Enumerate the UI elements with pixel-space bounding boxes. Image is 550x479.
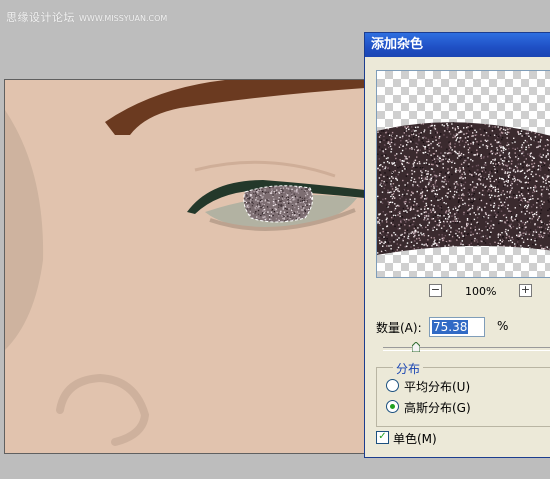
monochrome-label: 单色(M) xyxy=(393,432,437,446)
cheek-shadow xyxy=(5,110,44,350)
watermark-url: WWW.MISSYUAN.COM xyxy=(79,14,168,23)
distribution-title: 分布 xyxy=(393,360,424,377)
slider-track xyxy=(383,347,550,351)
amount-slider[interactable] xyxy=(383,342,550,359)
nose-shading xyxy=(56,373,150,446)
zoom-out-button[interactable]: − xyxy=(429,284,442,297)
watermark-site: 思缘设计论坛 xyxy=(6,11,75,24)
slider-thumb[interactable] xyxy=(411,342,420,352)
radio-uniform-indicator[interactable] xyxy=(386,379,399,392)
radio-gaussian-label: 高斯分布(G) xyxy=(404,401,471,415)
dialog-title[interactable]: 添加杂色 xyxy=(365,33,550,57)
zoom-controls: − 100% + xyxy=(365,284,550,300)
amount-unit: % xyxy=(497,319,509,333)
distribution-group: 分布 平均分布(U) 高斯分布(G) xyxy=(376,360,550,427)
radio-gaussian-indicator[interactable] xyxy=(386,400,399,413)
hair-shape xyxy=(105,80,365,135)
lid-fold xyxy=(194,160,336,178)
amount-input[interactable]: 75.38 xyxy=(429,317,485,337)
image-canvas[interactable] xyxy=(4,79,366,454)
zoom-in-button[interactable]: + xyxy=(519,284,532,297)
monochrome-checkbox[interactable]: ✓ xyxy=(376,431,389,444)
noise-preview[interactable] xyxy=(376,70,550,278)
watermark: 思缘设计论坛 WWW.MISSYUAN.COM xyxy=(6,9,167,25)
amount-value: 75.38 xyxy=(432,320,469,334)
zoom-level: 100% xyxy=(465,285,497,298)
preview-noise-image xyxy=(377,122,550,255)
face-illustration xyxy=(5,80,365,446)
radio-uniform-label: 平均分布(U) xyxy=(404,380,471,394)
add-noise-dialog: 添加杂色 − 100% + 数量(A): 75.38 % 分布 平均分布(U) … xyxy=(364,32,550,458)
amount-label: 数量(A): xyxy=(376,321,422,335)
